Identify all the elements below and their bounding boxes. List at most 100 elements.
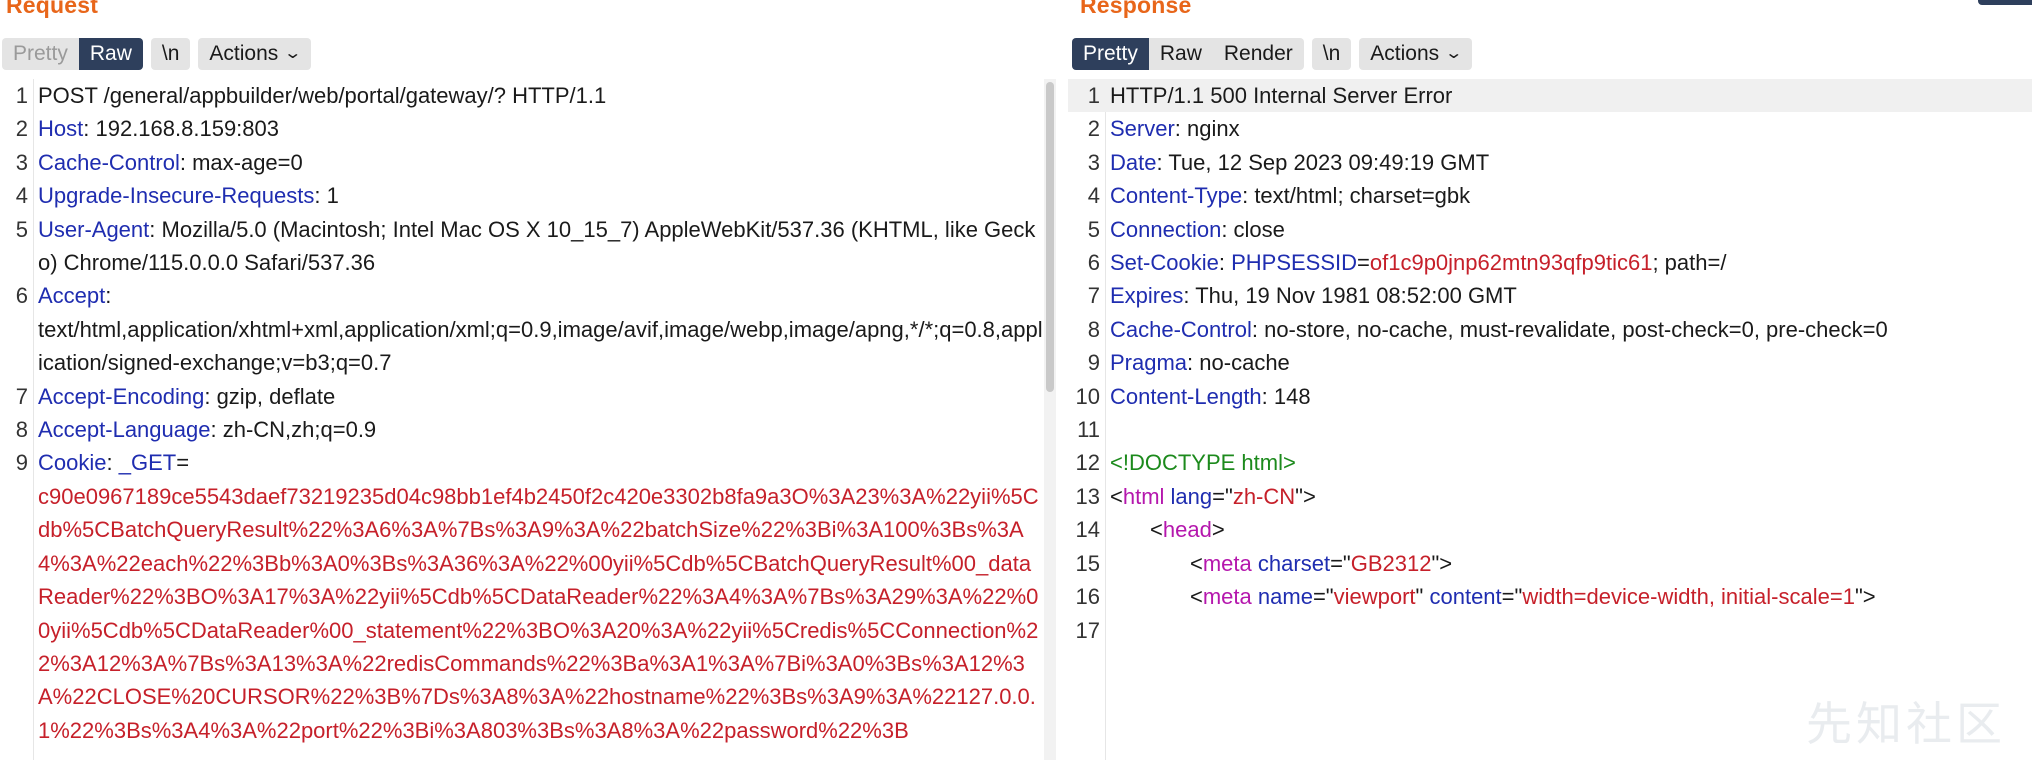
header-name: User-Agent — [38, 216, 150, 242]
cookie-name: PHPSESSID — [1231, 250, 1358, 276]
line-number: 5 — [15, 216, 28, 242]
code-line: 3 Cache-Control: max-age=0 — [0, 146, 1044, 179]
line-number: 10 — [1075, 383, 1100, 409]
line-number: 8 — [1087, 316, 1100, 342]
line-content: <meta name="viewport" content="width=dev… — [1190, 584, 1876, 610]
line-content: Date: Tue, 12 Sep 2023 09:49:19 GMT — [1110, 149, 1490, 175]
line-content: Connection: close — [1110, 216, 1285, 242]
line-number: 7 — [15, 383, 28, 409]
request-pane: Request Pretty Raw \n Actions ⌄ 1 POST /g… — [0, 0, 1058, 760]
line-number: 4 — [1087, 183, 1100, 209]
line-number: 14 — [1075, 517, 1100, 543]
code-line: 8 Cache-Control: no-store, no-cache, must… — [1068, 313, 2032, 346]
line-text: POST /general/appbuilder/web/portal/gate… — [38, 83, 607, 108]
header-name: Connection — [1110, 216, 1222, 242]
doctype-text: <!DOCTYPE html> — [1110, 450, 1296, 476]
header-value: gzip, deflate — [216, 383, 336, 409]
header-name: Cookie — [38, 450, 107, 476]
cookie-value: c90e0967189ce5543daef73219235d04c98bb1ef… — [38, 483, 1039, 743]
cookie-name: _GET — [118, 450, 177, 476]
line-number: 6 — [15, 283, 28, 309]
response-tab-raw[interactable]: Raw — [1148, 38, 1213, 70]
header-value: no-cache — [1199, 350, 1290, 376]
request-actions-button[interactable]: Actions ⌄ — [198, 38, 311, 70]
request-toolbar: Pretty Raw \n Actions ⌄ — [2, 36, 311, 72]
html-attr-name: name — [1257, 584, 1313, 610]
header-value: 1 — [326, 183, 339, 209]
request-newline-toggle[interactable]: \n — [150, 38, 191, 70]
line-number: 8 — [15, 417, 28, 443]
line-content: Accept-Encoding: gzip, deflate — [38, 383, 336, 409]
line-content: Accept: text/html,application/xhtml+xml,… — [38, 283, 1043, 376]
line-content: Accept-Language: zh-CN,zh;q=0.9 — [38, 417, 377, 443]
request-title: Request — [6, 0, 99, 18]
html-attr-name: lang — [1170, 483, 1213, 509]
code-line: 12 <!DOCTYPE html> — [1068, 446, 2032, 479]
request-scrollbar[interactable] — [1044, 79, 1056, 760]
divider-grip-icon[interactable]: ⋮ — [1062, 379, 1076, 406]
header-value: zh-CN,zh;q=0.9 — [222, 417, 377, 443]
code-line: 4 Content-Type: text/html; charset=gbk — [1068, 179, 2032, 212]
code-line: 6 Accept: text/html,application/xhtml+xml… — [0, 279, 1044, 379]
line-content: Content-Length: 148 — [1110, 383, 1311, 409]
request-editor[interactable]: 1 POST /general/appbuilder/web/portal/gat… — [0, 79, 1044, 760]
code-line: 17 — [1068, 614, 2032, 647]
response-tab-pretty[interactable]: Pretty — [1072, 38, 1149, 70]
line-content: Host: 192.168.8.159:803 — [38, 116, 279, 142]
line-content: HTTP/1.1 500 Internal Server Error — [1106, 79, 2032, 112]
header-name: Cache-Control — [38, 149, 180, 175]
header-name: Host — [38, 116, 84, 142]
request-scrollbar-thumb[interactable] — [1046, 82, 1054, 392]
request-tab-raw[interactable]: Raw — [78, 38, 143, 70]
header-value: Tue, 12 Sep 2023 09:49:19 GMT — [1168, 149, 1490, 175]
response-newline-toggle[interactable]: \n — [1311, 38, 1352, 70]
header-value: 148 — [1273, 383, 1311, 409]
line-content: <head> — [1150, 517, 1225, 543]
line-number: 13 — [1075, 483, 1100, 509]
panel-corner-tab[interactable] — [1978, 0, 2032, 5]
response-editor[interactable]: 1 HTTP/1.1 500 Internal Server Error 2 Serv… — [1068, 79, 2032, 760]
line-number: 2 — [15, 116, 28, 142]
line-number: 3 — [15, 149, 28, 175]
html-attr-value: width=device-width, initial-scale=1 — [1522, 584, 1855, 610]
code-line: 4 Upgrade-Insecure-Requests: 1 — [0, 179, 1044, 212]
chevron-down-icon: ⌄ — [1444, 45, 1464, 62]
html-attr-name: charset — [1257, 550, 1331, 576]
code-line: 13 <html lang="zh-CN"> — [1068, 480, 2032, 513]
header-value: text/html,application/xhtml+xml,applicat… — [38, 316, 1043, 376]
header-value: Mozilla/5.0 (Macintosh; Intel Mac OS X 1… — [38, 216, 1036, 276]
line-number: 9 — [15, 450, 28, 476]
line-content: Cache-Control: max-age=0 — [38, 149, 303, 175]
response-actions-button[interactable]: Actions ⌄ — [1359, 38, 1472, 70]
header-value: nginx — [1187, 116, 1240, 142]
html-tag: head — [1162, 517, 1212, 543]
html-tag: meta — [1202, 550, 1252, 576]
line-content — [1106, 413, 2032, 446]
code-line: 10 Content-Length: 148 — [1068, 380, 2032, 413]
response-toolbar: Pretty Raw Render \n Actions ⌄ — [1072, 36, 1472, 72]
header-value: no-store, no-cache, must-revalidate, pos… — [1264, 316, 1888, 342]
code-line: 9 Cookie: _GET= c90e0967189ce5543daef73219… — [0, 446, 1044, 747]
header-value: Thu, 19 Nov 1981 08:52:00 GMT — [1195, 283, 1517, 309]
line-number: 5 — [1087, 216, 1100, 242]
line-number: 1 — [1087, 83, 1100, 108]
line-content: POST /general/appbuilder/web/portal/gate… — [34, 79, 1044, 112]
line-content — [1106, 614, 2032, 647]
line-content: <!DOCTYPE html> — [1106, 446, 2032, 479]
response-tab-render[interactable]: Render — [1212, 38, 1304, 70]
code-line: 14 <head> — [1068, 513, 2032, 546]
header-name: Server — [1110, 116, 1175, 142]
line-content: Expires: Thu, 19 Nov 1981 08:52:00 GMT — [1110, 283, 1517, 309]
header-name: Upgrade-Insecure-Requests — [38, 183, 315, 209]
code-line: 6 Set-Cookie: PHPSESSID=of1c9p0jnp62mtn93… — [1068, 246, 2032, 279]
watermark-text: 先知社区 — [1806, 697, 2006, 751]
code-line: 15 <meta charset="GB2312"> — [1068, 547, 2032, 580]
line-number: 6 — [1087, 250, 1100, 276]
line-content: Pragma: no-cache — [1110, 350, 1290, 376]
line-number: 9 — [1087, 350, 1100, 376]
request-view-tabs: Pretty Raw — [2, 38, 143, 70]
code-line: 8 Accept-Language: zh-CN,zh;q=0.9 — [0, 413, 1044, 446]
request-tab-pretty[interactable]: Pretty — [2, 38, 79, 70]
line-number: 4 — [15, 183, 28, 209]
html-attr-value: zh-CN — [1232, 483, 1296, 509]
